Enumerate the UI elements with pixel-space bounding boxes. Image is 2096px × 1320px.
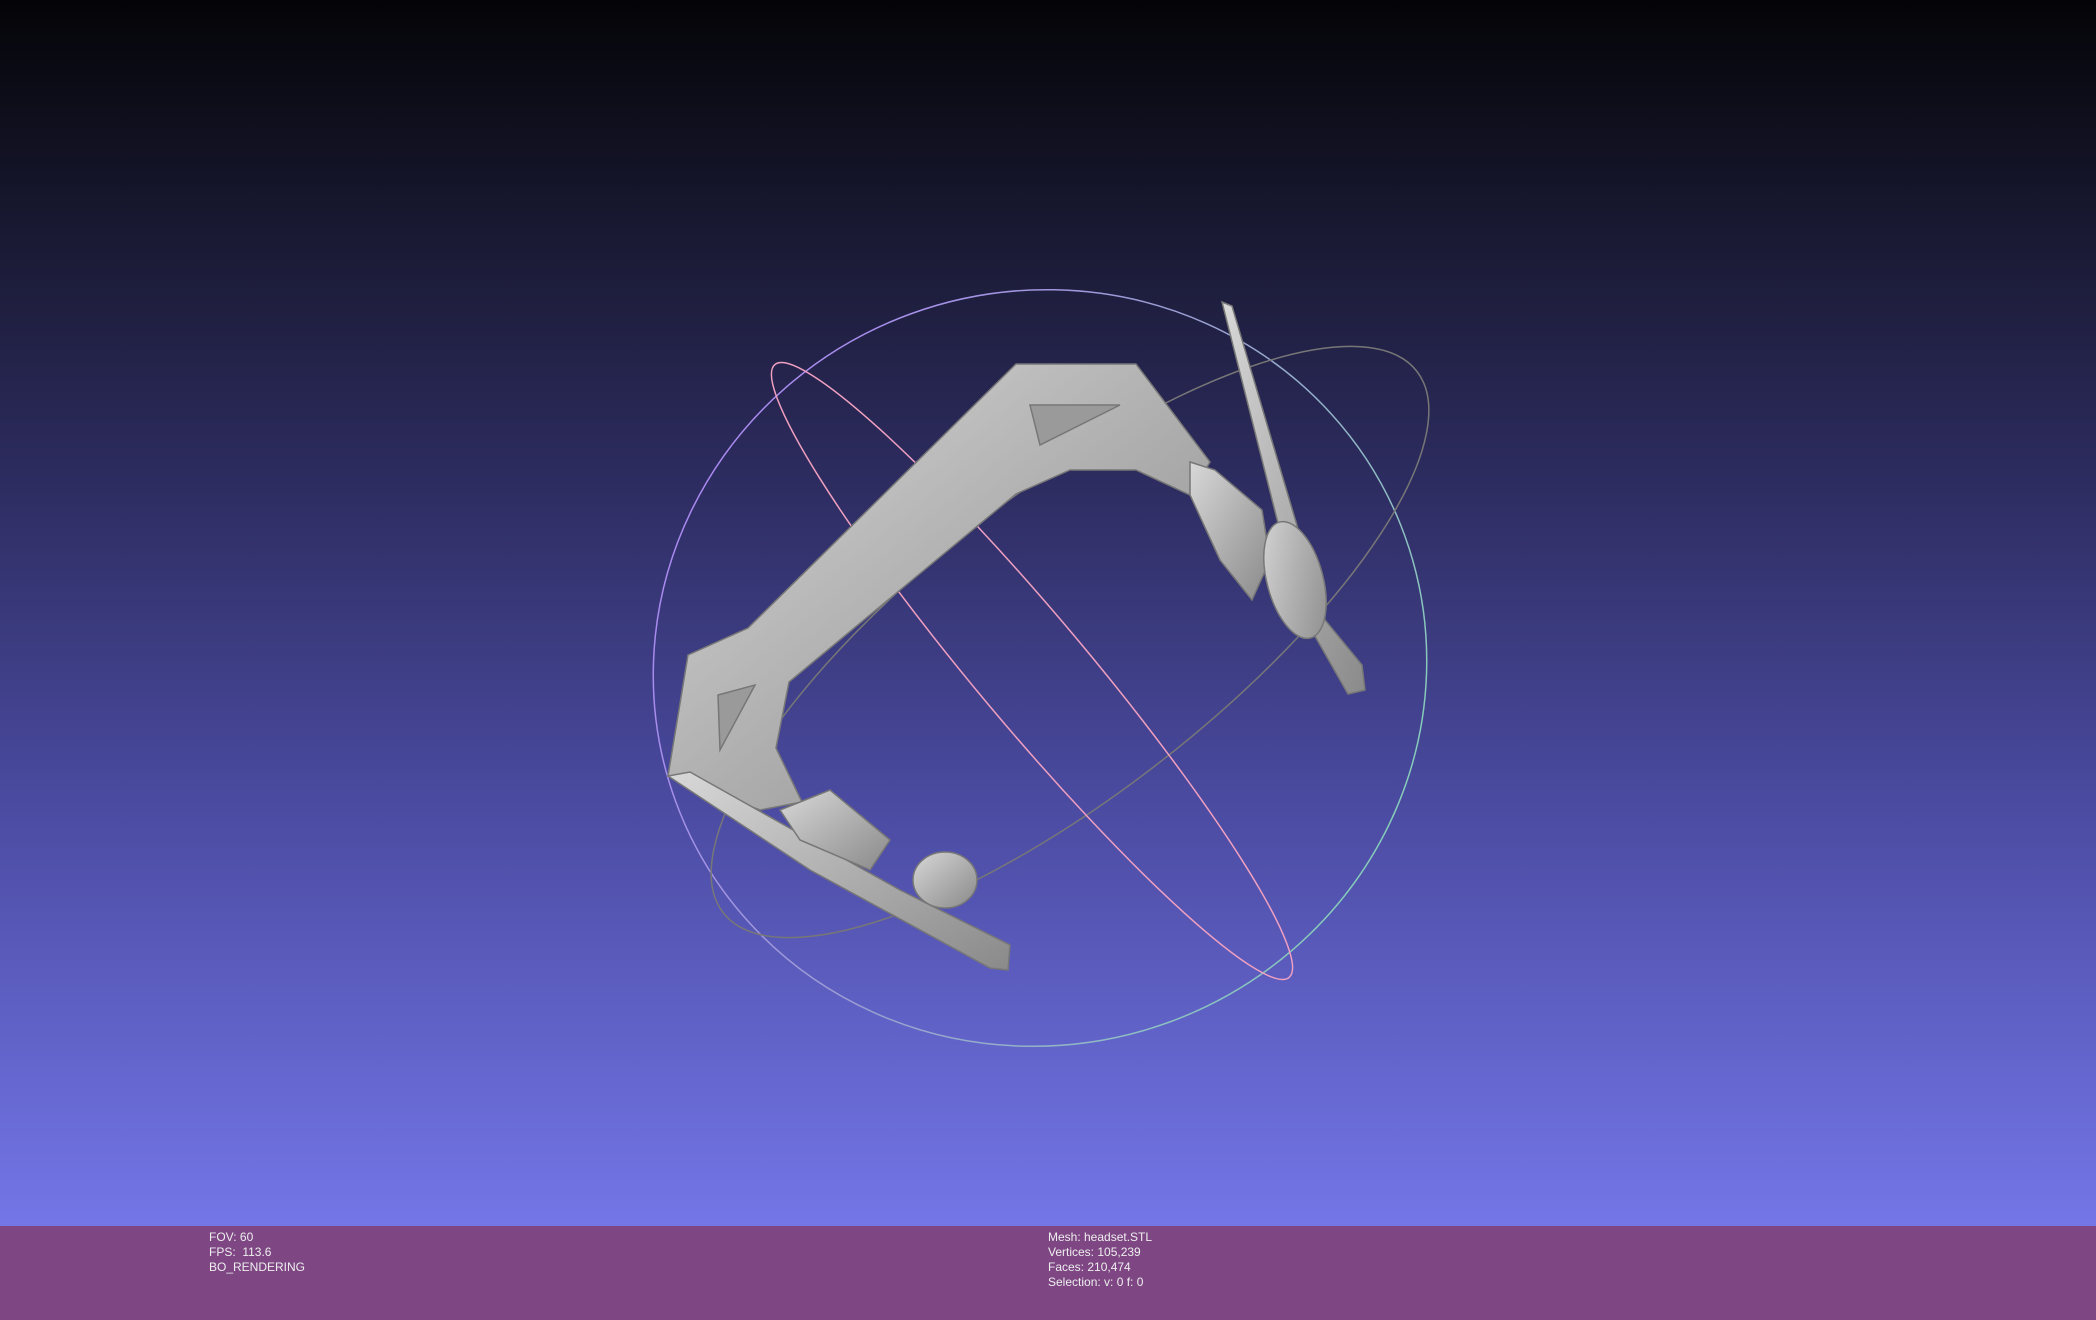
3d-viewport[interactable] [0,0,2096,1226]
fps-label: FPS: 113.6 [209,1245,272,1259]
scene [652,288,1430,1048]
selection-label: Selection: v: 0 f: 0 [1048,1275,1144,1289]
faces-label: Faces: 210,474 [1048,1260,1131,1274]
render-info: FOV: 60 FPS: 113.6 BO_RENDERING [209,1230,305,1275]
render-mode-label: BO_RENDERING [209,1260,306,1274]
fov-label: FOV: 60 [209,1230,254,1244]
vertices-label: Vertices: 105,239 [1048,1245,1141,1259]
mesh-name-label: Mesh: headset.STL [1048,1230,1153,1244]
status-bar: FOV: 60 FPS: 113.6 BO_RENDERING Mesh: he… [0,1226,2096,1320]
headset-mesh [666,300,1366,971]
mesh-info: Mesh: headset.STL Vertices: 105,239 Face… [1048,1230,1152,1290]
